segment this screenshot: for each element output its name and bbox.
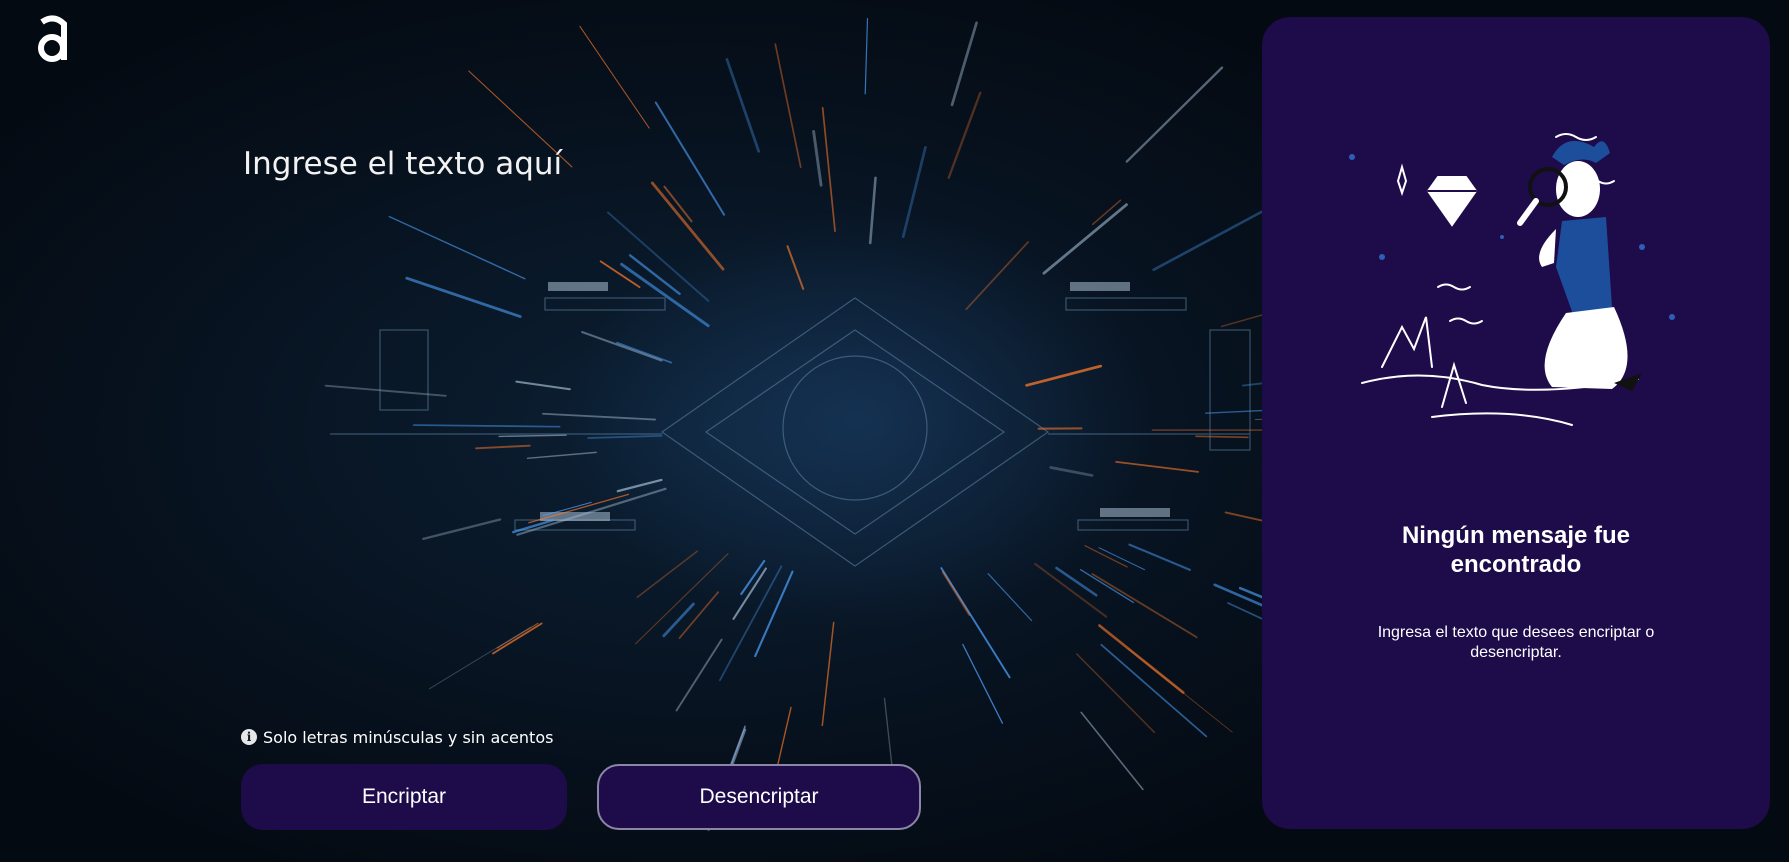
background-light-streak (1204, 409, 1265, 414)
background-light-streak (950, 21, 978, 107)
decrypt-button[interactable]: Desencriptar (597, 764, 921, 830)
background-light-streak (864, 18, 869, 95)
info-icon: i (241, 729, 257, 745)
text-input[interactable] (241, 140, 1205, 704)
background-light-streak (883, 697, 893, 770)
logo-icon (38, 15, 67, 62)
background-light-streak (725, 58, 761, 153)
no-message-title: Ningún mensaje fue encontrado (1401, 522, 1631, 578)
encrypt-button[interactable]: Encriptar (241, 764, 567, 830)
background-light-streak (1080, 711, 1144, 791)
hint-text: Solo letras minúsculas y sin acentos (263, 727, 554, 747)
hint-row: i Solo letras minúsculas y sin acentos (241, 726, 553, 748)
output-panel: Ningún mensaje fue encontrado Ingresa el… (1262, 17, 1770, 829)
background-light-streak (579, 25, 650, 129)
person-magnifying-glass-illustration (1349, 133, 1675, 426)
no-message-description: Ingresa el texto que desees encriptar o … (1377, 624, 1655, 661)
